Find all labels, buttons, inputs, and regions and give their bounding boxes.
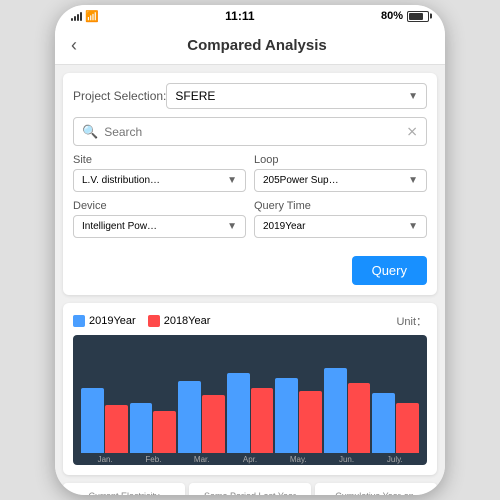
bar-2018-mar — [202, 395, 225, 453]
legend-2018: 2018Year — [148, 315, 211, 327]
bar-group-mar — [178, 381, 225, 453]
loop-select[interactable]: 205Power Supply Cabinet ▼ — [254, 169, 427, 192]
x-label-mar: Mar. — [178, 455, 226, 464]
bar-2019-mar — [178, 381, 201, 453]
legend-2018-label: 2018Year — [164, 315, 211, 327]
stat-cumulative-label: Cumulative Year-on- — [321, 491, 431, 495]
device-label: Device — [73, 200, 246, 212]
chart-card: 2019Year 2018Year Unit： — [63, 303, 437, 475]
loop-value: 205Power Supply Cabinet — [263, 175, 343, 186]
device-field: Device Intelligent Power Meter ▼ — [73, 200, 246, 238]
device-value: Intelligent Power Meter — [82, 221, 162, 232]
stat-current-label: Current Electricity — [69, 491, 179, 495]
site-arrow-icon: ▼ — [227, 175, 237, 186]
x-label-apr: Apr. — [226, 455, 274, 464]
device-querytime-row: Device Intelligent Power Meter ▼ Query T… — [73, 200, 427, 246]
battery-icon — [407, 11, 429, 22]
clock: 11:11 — [225, 9, 254, 23]
project-label: Project Selection: — [73, 89, 166, 103]
loop-arrow-icon: ▼ — [408, 175, 418, 186]
project-value: SFERE — [175, 89, 215, 103]
page-title: Compared Analysis — [85, 37, 429, 54]
querytime-field: Query Time 2019Year ▼ — [254, 200, 427, 238]
x-axis-labels: Jan. Feb. Mar. Apr. May. Jun. July. — [77, 453, 423, 464]
querytime-arrow-icon: ▼ — [408, 221, 418, 232]
querytime-select[interactable]: 2019Year ▼ — [254, 215, 427, 238]
site-select[interactable]: L.V. distribution room ▼ — [73, 169, 246, 192]
bar-2019-may — [275, 378, 298, 453]
device-arrow-icon: ▼ — [227, 221, 237, 232]
search-icon: 🔍 — [82, 124, 98, 140]
x-label-jan: Jan. — [81, 455, 129, 464]
device-select[interactable]: Intelligent Power Meter ▼ — [73, 215, 246, 238]
stat-same-label: Same Period Last Year — [195, 491, 305, 495]
app-header: ‹ Compared Analysis — [55, 27, 445, 65]
bar-2019-feb — [130, 403, 153, 453]
bar-2018-feb — [153, 411, 176, 453]
signal-area: 📶 — [71, 10, 99, 23]
wifi-icon: 📶 — [85, 10, 99, 23]
search-input[interactable] — [104, 125, 406, 139]
query-row: Query — [73, 254, 427, 285]
bar-group-apr — [227, 373, 274, 453]
bar-2019-jul — [372, 393, 395, 453]
unit-label: Unit： — [396, 313, 427, 329]
bar-2018-may — [299, 391, 322, 453]
project-arrow-icon: ▼ — [408, 91, 418, 102]
stat-same-period: Same Period Last Year 1243.8 kWh — [189, 483, 311, 495]
bar-group-jun — [324, 368, 371, 453]
x-label-feb: Feb. — [129, 455, 177, 464]
bar-2019-jan — [81, 388, 104, 453]
bar-2018-apr — [251, 388, 274, 453]
querytime-value: 2019Year — [263, 221, 305, 232]
legend-2019: 2019Year — [73, 315, 136, 327]
chart-legend: 2019Year 2018Year Unit： — [73, 313, 427, 329]
main-content: Project Selection: SFERE ▼ 🔍 ⨯ Site L.V.… — [55, 65, 445, 495]
x-label-jul: July. — [371, 455, 419, 464]
bar-group-feb — [130, 403, 177, 453]
loop-field: Loop 205Power Supply Cabinet ▼ — [254, 154, 427, 192]
status-bar: 📶 11:11 80% — [55, 5, 445, 27]
site-value: L.V. distribution room — [82, 175, 162, 186]
site-field: Site L.V. distribution room ▼ — [73, 154, 246, 192]
x-label-jun: Jun. — [322, 455, 370, 464]
bar-2018-jul — [396, 403, 419, 453]
bar-2019-jun — [324, 368, 347, 453]
bar-group-may — [275, 378, 322, 453]
filter-card: Project Selection: SFERE ▼ 🔍 ⨯ Site L.V.… — [63, 73, 437, 295]
clear-icon[interactable]: ⨯ — [406, 123, 418, 140]
stats-row: Current Electricity 1152.0 kWh Same Peri… — [63, 483, 437, 495]
search-bar: 🔍 ⨯ — [73, 117, 427, 146]
bar-2018-jun — [348, 383, 371, 453]
x-label-may: May. — [274, 455, 322, 464]
project-select[interactable]: SFERE ▼ — [166, 83, 427, 109]
chart-bars-container — [77, 343, 423, 453]
stat-cumulative: Cumulative Year-on- -7.4 % ▼ — [315, 483, 437, 495]
back-button[interactable]: ‹ — [71, 35, 77, 56]
battery-area: 80% — [381, 10, 429, 22]
site-loop-row: Site L.V. distribution room ▼ Loop 205Po… — [73, 154, 427, 192]
stat-current: Current Electricity 1152.0 kWh — [63, 483, 185, 495]
bar-chart: Jan. Feb. Mar. Apr. May. Jun. July. — [73, 335, 427, 465]
battery-percent: 80% — [381, 10, 403, 22]
legend-2019-label: 2019Year — [89, 315, 136, 327]
loop-label: Loop — [254, 154, 427, 166]
project-row: Project Selection: SFERE ▼ — [73, 83, 427, 109]
bar-group-jan — [81, 388, 128, 453]
bar-2018-jan — [105, 405, 128, 453]
site-label: Site — [73, 154, 246, 166]
querytime-label: Query Time — [254, 200, 427, 212]
query-button[interactable]: Query — [352, 256, 427, 285]
legend-2019-dot — [73, 315, 85, 327]
legend-2018-dot — [148, 315, 160, 327]
bar-2019-apr — [227, 373, 250, 453]
bar-group-jul — [372, 393, 419, 453]
signal-icon — [71, 12, 82, 21]
